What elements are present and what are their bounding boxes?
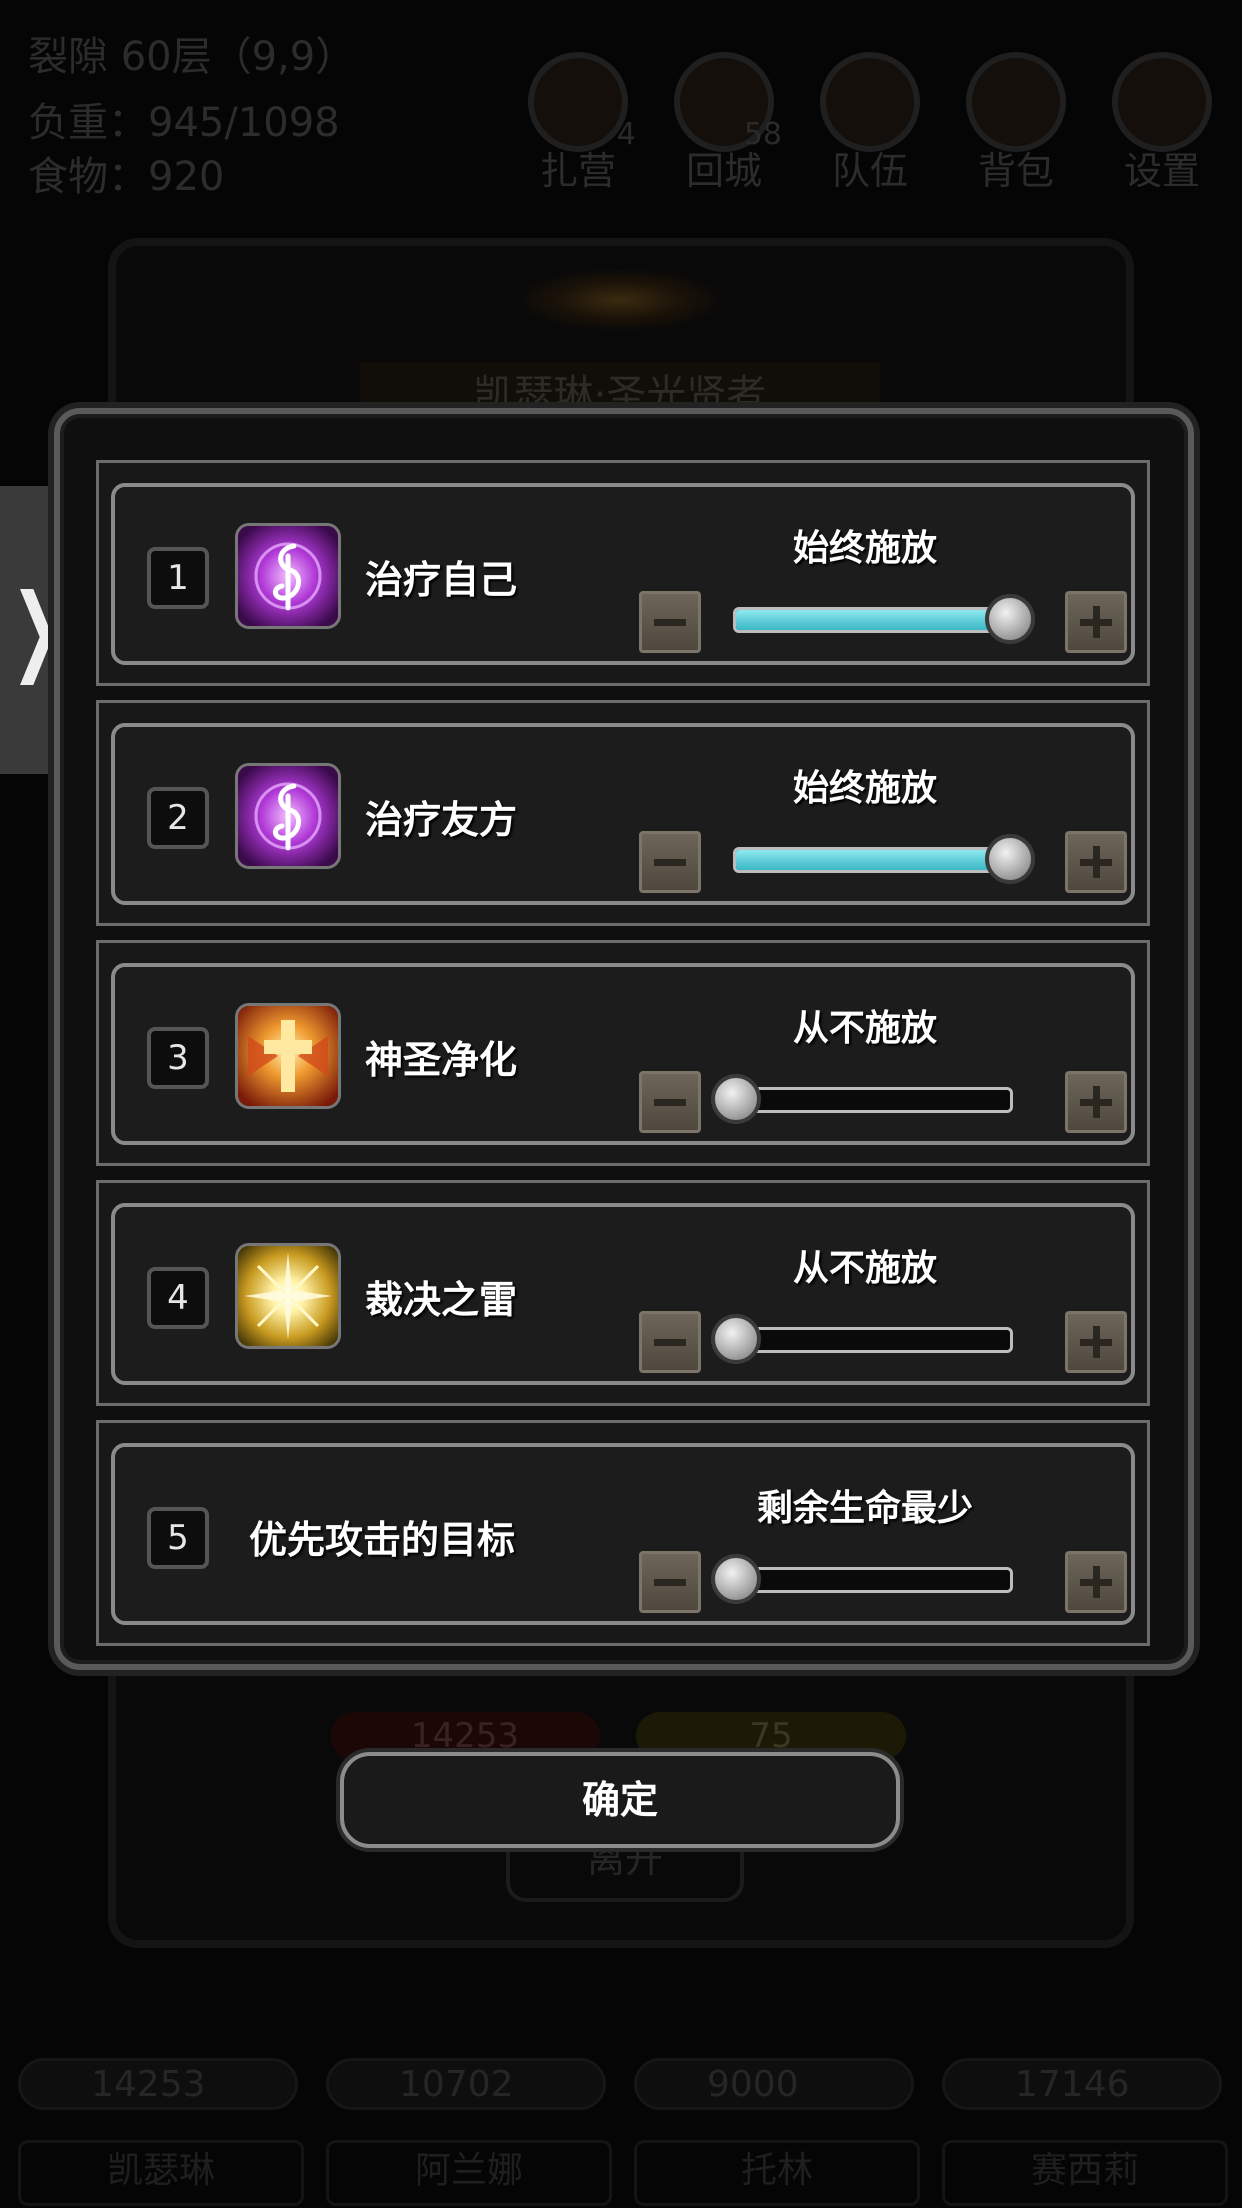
slider-knob[interactable] (711, 1554, 761, 1604)
team-name-2: 阿兰娜 (326, 2140, 612, 2206)
cast-mode-label: 始终施放 (792, 528, 937, 569)
heal-rune-icon (235, 523, 341, 629)
skill-name: 治疗自己 (365, 558, 518, 602)
emblem-icon (520, 270, 720, 330)
decrease-button[interactable] (639, 591, 701, 653)
cast-mode-slider[interactable] (733, 834, 1035, 884)
skill-row: 1 治疗自己 始终施放 (96, 460, 1150, 686)
holy-cross-icon (235, 1003, 341, 1109)
cast-mode-label: 从不施放 (792, 1008, 937, 1049)
increase-button[interactable] (1065, 591, 1127, 653)
thunder-burst-icon (235, 1243, 341, 1349)
team-button: 队伍 (810, 52, 930, 193)
row-number: 2 (147, 787, 209, 849)
team-name-4: 赛西莉 (942, 2140, 1228, 2206)
cast-mode-slider[interactable] (711, 1314, 1013, 1364)
row-number: 1 (147, 547, 209, 609)
slider-knob[interactable] (985, 594, 1035, 644)
location-text: 裂隙 60层（9,9） (28, 34, 356, 80)
slider-knob[interactable] (985, 834, 1035, 884)
team-hp-4: 17146 (942, 2058, 1222, 2110)
cast-mode-slider[interactable] (733, 594, 1035, 644)
target-priority-row: 5 优先攻击的目标 剩余生命最少 (96, 1420, 1150, 1646)
target-priority-slider[interactable] (711, 1554, 1013, 1604)
decrease-button[interactable] (639, 831, 701, 893)
camp-button: 4 扎营 (518, 52, 638, 193)
return-town-button: 58 回城 (664, 52, 784, 193)
team-name-1: 凯瑟琳 (18, 2140, 304, 2206)
row-number: 5 (147, 1507, 209, 1569)
increase-button[interactable] (1065, 1311, 1127, 1373)
decrease-button[interactable] (639, 1311, 701, 1373)
slider-knob[interactable] (711, 1074, 761, 1124)
skill-name: 治疗友方 (365, 798, 518, 842)
heal-rune-icon (235, 763, 341, 869)
target-priority-label: 优先攻击的目标 (249, 1518, 516, 1562)
skill-row: 2 治疗友方 始终施放 (96, 700, 1150, 926)
tent-icon: 4 (528, 52, 636, 152)
skill-name: 神圣净化 (365, 1038, 518, 1082)
team-icon (820, 52, 920, 152)
skill-settings-dialog: 1 治疗自己 始终施放 2 治疗友方 始终施放 3 神圣净化 从不施放 4 裁决… (54, 408, 1194, 1670)
confirm-button[interactable]: 确定 (340, 1752, 900, 1848)
slider-fill (736, 610, 1010, 630)
cast-mode-slider[interactable] (711, 1074, 1013, 1124)
decrease-button[interactable] (639, 1551, 701, 1613)
gear-icon (1112, 52, 1212, 152)
row-number: 3 (147, 1027, 209, 1089)
settings-button: 设置 (1102, 52, 1222, 193)
target-mode-label: 剩余生命最少 (756, 1488, 973, 1529)
increase-button[interactable] (1065, 831, 1127, 893)
portal-icon: 58 (674, 52, 782, 152)
increase-button[interactable] (1065, 1551, 1127, 1613)
row-number: 4 (147, 1267, 209, 1329)
team-hp-3: 9000 (634, 2058, 914, 2110)
skill-name: 裁决之雷 (365, 1278, 518, 1322)
weight-text: 负重：945/1098 (28, 100, 340, 146)
team-hp-2: 10702 (326, 2058, 606, 2110)
cast-mode-label: 从不施放 (792, 1248, 937, 1289)
backpack-button: 背包 (956, 52, 1076, 193)
skill-row: 4 裁决之雷 从不施放 (96, 1180, 1150, 1406)
slider-knob[interactable] (711, 1314, 761, 1364)
backpack-icon (966, 52, 1066, 152)
team-name-3: 托林 (634, 2140, 920, 2206)
cast-mode-label: 始终施放 (792, 768, 937, 809)
increase-button[interactable] (1065, 1071, 1127, 1133)
food-text: 食物：920 (28, 154, 225, 200)
slider-fill (736, 850, 1010, 870)
skill-row: 3 神圣净化 从不施放 (96, 940, 1150, 1166)
team-hp-1: 14253 (18, 2058, 298, 2110)
decrease-button[interactable] (639, 1071, 701, 1133)
